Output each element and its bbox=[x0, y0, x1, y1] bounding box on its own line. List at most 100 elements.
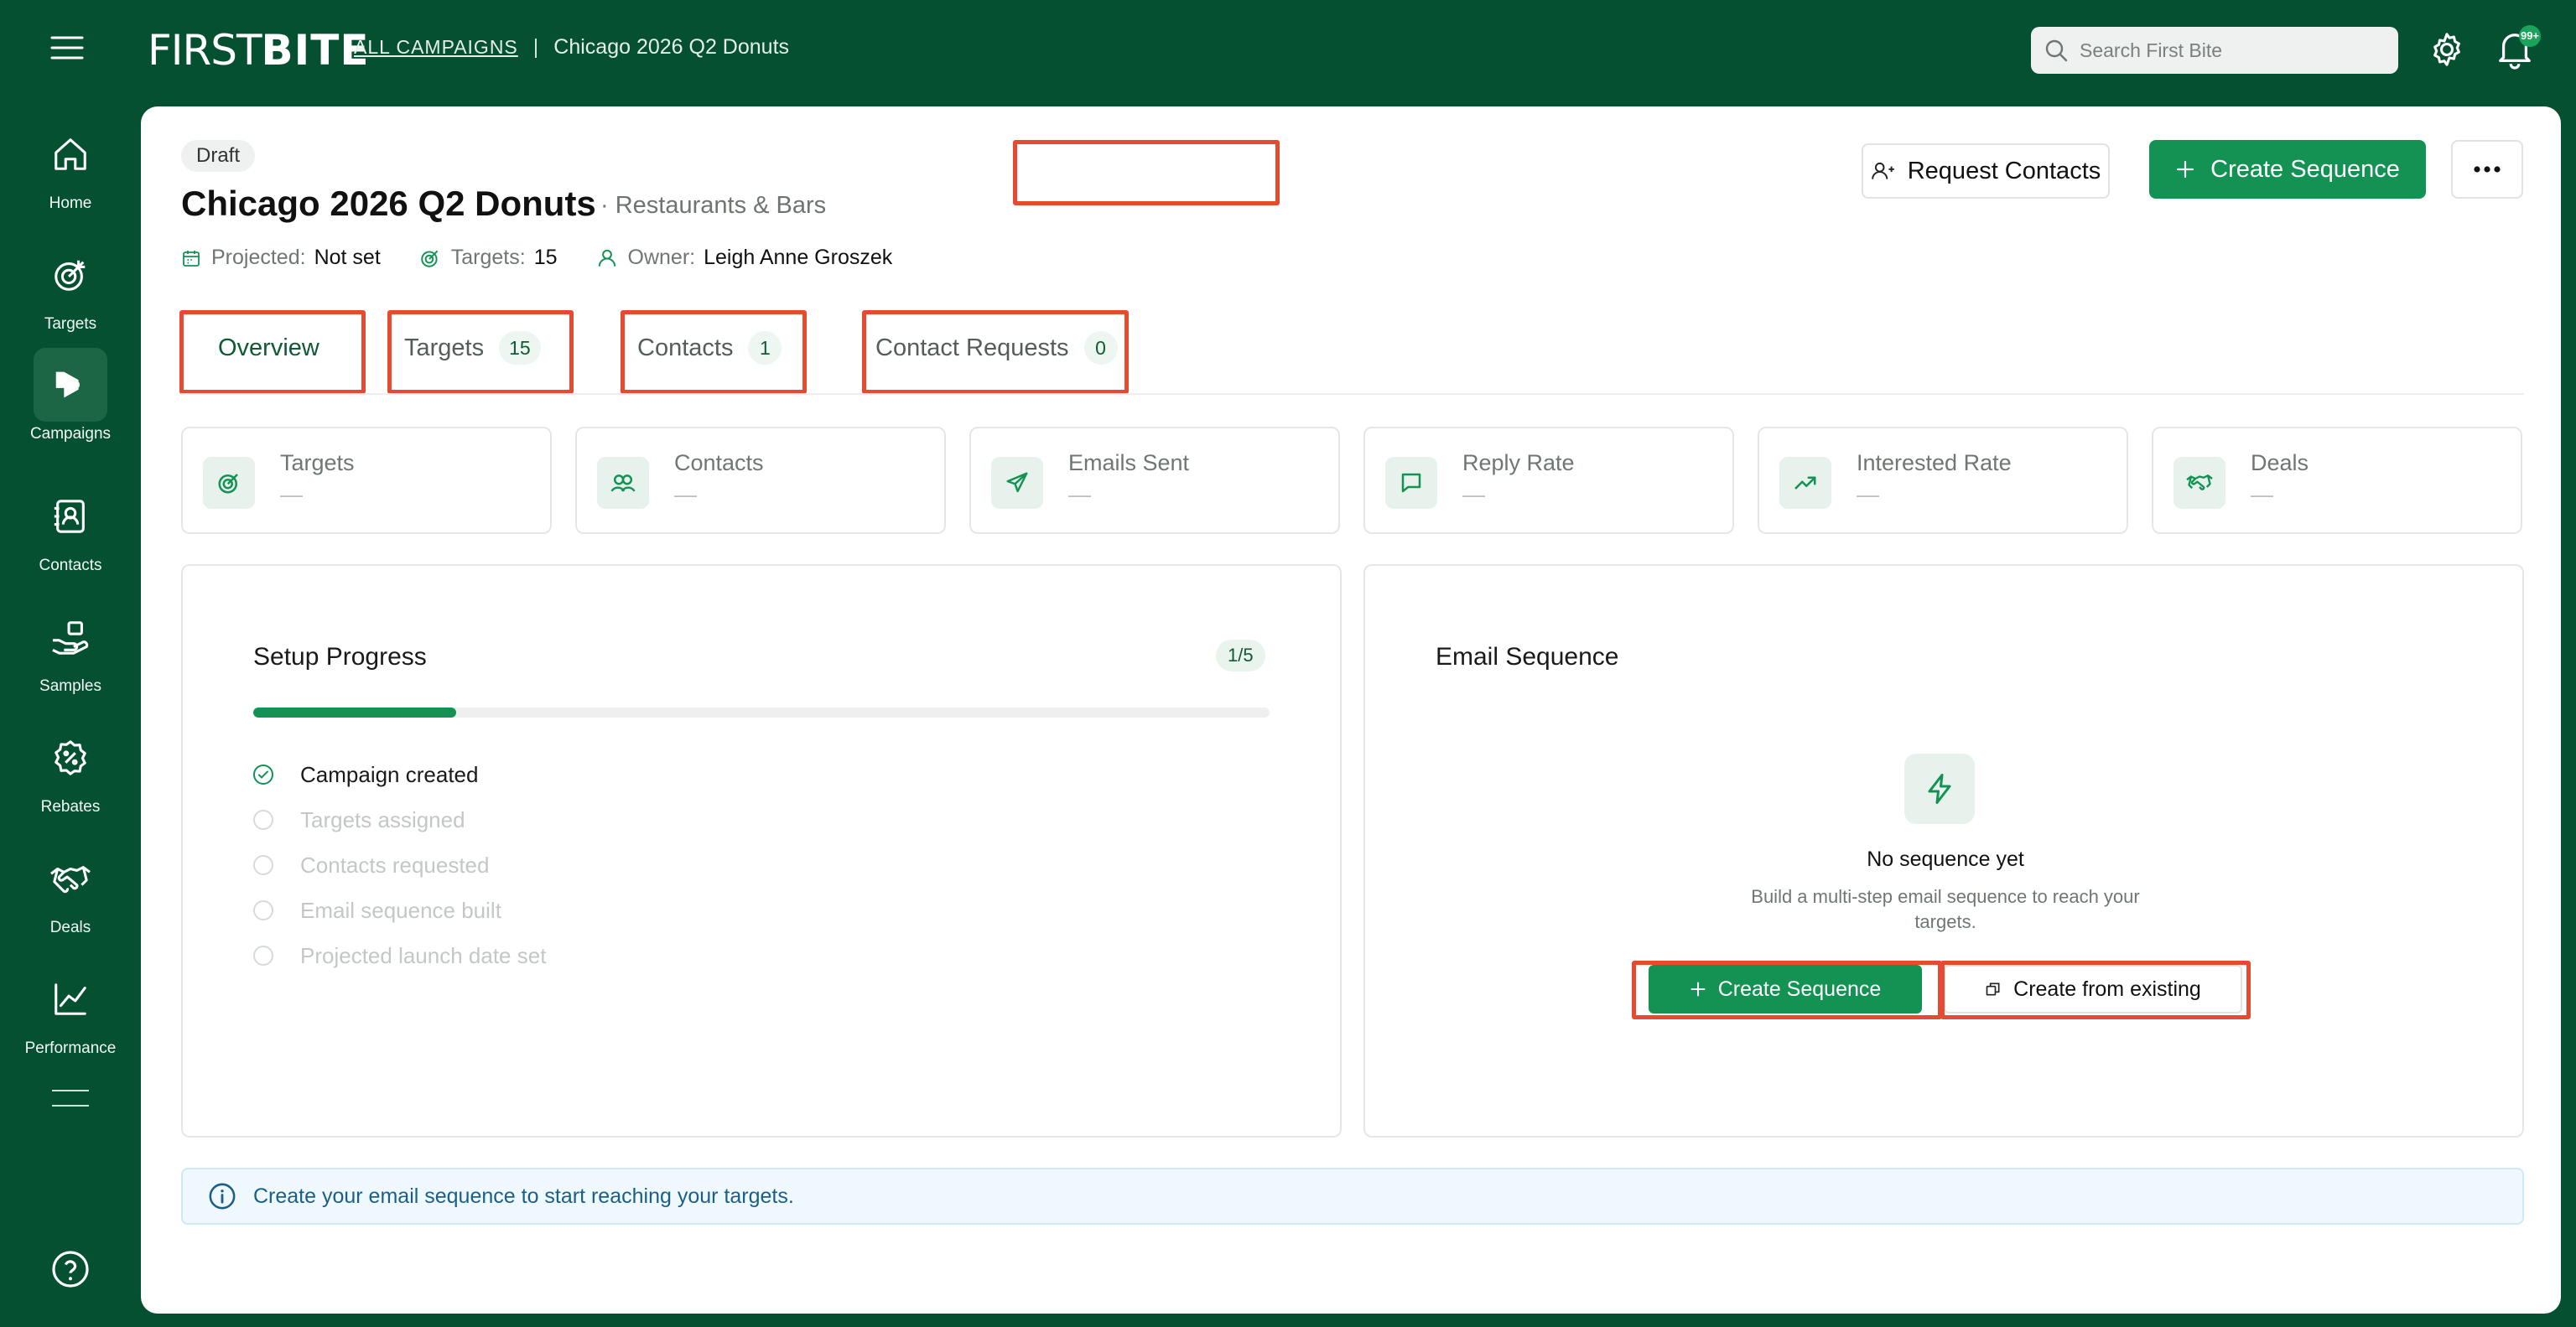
breadcrumb-all-campaigns[interactable]: ALL CAMPAIGNS bbox=[354, 36, 518, 59]
stat-value: — bbox=[2251, 482, 2273, 507]
contact-book-icon bbox=[34, 479, 107, 553]
copy-icon bbox=[1986, 982, 2000, 996]
meta-value: 15 bbox=[533, 246, 558, 269]
meta-value: Leigh Anne Groszek bbox=[704, 246, 893, 269]
sidebar-item-targets[interactable]: Targets bbox=[0, 238, 141, 345]
tab-label: Targets bbox=[404, 334, 485, 361]
plus-icon bbox=[1690, 982, 1706, 997]
stat-value: — bbox=[1068, 482, 1091, 507]
progress-count-badge: 1/5 bbox=[1216, 640, 1265, 671]
sidebar-item-contacts[interactable]: Contacts bbox=[0, 479, 141, 587]
panel-title: Email Sequence bbox=[1436, 643, 1619, 671]
handshake-icon bbox=[2174, 457, 2225, 509]
step-item: Targets assigned bbox=[253, 797, 546, 842]
more-options-button[interactable] bbox=[2451, 140, 2523, 199]
sidebar-item-label: Deals bbox=[49, 919, 91, 936]
tab-label: Contact Requests bbox=[875, 334, 1069, 361]
step-item: Email sequence built bbox=[253, 888, 546, 933]
info-text: Create your email sequence to start reac… bbox=[253, 1184, 794, 1208]
target-icon bbox=[203, 457, 255, 509]
info-icon bbox=[209, 1183, 236, 1210]
tab-overview[interactable]: Overview bbox=[218, 314, 319, 381]
app-logo[interactable]: FIRSTBITE bbox=[148, 25, 370, 75]
step-label: Projected launch date set bbox=[300, 942, 547, 968]
menu-icon[interactable] bbox=[50, 34, 91, 67]
breadcrumb-separator: | bbox=[532, 35, 539, 59]
tab-contacts[interactable]: Contacts 1 bbox=[637, 314, 782, 381]
more-dots-icon bbox=[2474, 166, 2501, 173]
campaign-meta: Projected: Not set Targets: 15 Owner: Le… bbox=[181, 246, 931, 270]
stat-card-contacts: Contacts — bbox=[575, 427, 946, 534]
stat-card-deals: Deals — bbox=[2152, 427, 2522, 534]
sidebar-item-campaigns[interactable]: Campaigns bbox=[0, 348, 141, 455]
status-badge: Draft bbox=[181, 140, 256, 172]
tabs-divider bbox=[181, 393, 2524, 395]
breadcrumb: ALL CAMPAIGNS | Chicago 2026 Q2 Donuts bbox=[354, 35, 789, 60]
button-label: Request Contacts bbox=[1907, 157, 2101, 184]
create-from-existing-button[interactable]: Create from existing bbox=[1944, 965, 2242, 1013]
stat-card-interested-rate: Interested Rate — bbox=[1758, 427, 2128, 534]
sidebar-item-deals[interactable]: Deals bbox=[0, 842, 141, 949]
sidebar-item-label: Samples bbox=[39, 677, 101, 695]
sidebar-item-samples[interactable]: Samples bbox=[0, 600, 141, 708]
sidebar-item-label: Performance bbox=[24, 1039, 117, 1057]
search-box[interactable] bbox=[2031, 27, 2398, 74]
logo-text-first: FIRST bbox=[148, 26, 262, 75]
settings-gear-icon[interactable] bbox=[2428, 30, 2466, 69]
user-icon bbox=[598, 249, 615, 267]
button-label: Create Sequence bbox=[1717, 977, 1882, 1001]
meta-label: Projected: bbox=[211, 246, 306, 269]
meta-label: Owner: bbox=[627, 246, 696, 269]
tab-label: Overview bbox=[218, 334, 319, 361]
sidebar-divider bbox=[52, 1090, 89, 1091]
sidebar-item-label: Campaigns bbox=[29, 425, 112, 443]
stat-value: — bbox=[1857, 482, 1879, 507]
search-input[interactable] bbox=[2080, 39, 2381, 62]
progress-bar bbox=[253, 708, 1270, 718]
request-contacts-button[interactable]: Request Contacts bbox=[1862, 143, 2110, 199]
sidebar-item-label: Home bbox=[49, 194, 92, 212]
empty-state-title: No sequence yet bbox=[1867, 848, 2024, 871]
tab-count-badge: 15 bbox=[499, 331, 541, 365]
stat-card-emails-sent: Emails Sent — bbox=[969, 427, 1340, 534]
main-content: Draft Chicago 2026 Q2 Donuts · Restauran… bbox=[141, 106, 2561, 1314]
button-label: Create from existing bbox=[2013, 977, 2201, 1001]
tab-targets[interactable]: Targets 15 bbox=[404, 314, 541, 381]
stat-value: — bbox=[280, 482, 303, 507]
check-circle-icon bbox=[253, 765, 273, 785]
step-label: Targets assigned bbox=[300, 806, 465, 832]
percent-badge-icon bbox=[34, 721, 107, 795]
setup-progress-panel: Setup Progress 1/5 Campaign created Targ… bbox=[181, 564, 1342, 1138]
stat-label: Deals bbox=[2251, 450, 2309, 475]
sidebar-divider bbox=[52, 1105, 89, 1107]
empty-state-description: Build a multi-step email sequence to rea… bbox=[1751, 886, 2140, 932]
sidebar-item-label: Targets bbox=[44, 315, 97, 333]
sidebar-item-home[interactable]: Home bbox=[0, 117, 141, 225]
email-sequence-panel: Email Sequence No sequence yet Build a m… bbox=[1363, 564, 2524, 1138]
progress-fill bbox=[253, 708, 457, 718]
meta-value: Not set bbox=[314, 246, 381, 269]
sidebar-item-performance[interactable]: Performance bbox=[0, 962, 141, 1070]
hand-box-icon bbox=[34, 600, 107, 674]
setup-steps: Campaign created Targets assigned Contac… bbox=[253, 752, 546, 978]
step-label: Contacts requested bbox=[300, 852, 490, 878]
add-user-icon bbox=[1871, 162, 1894, 179]
sidebar-item-rebates[interactable]: Rebates bbox=[0, 721, 141, 828]
stat-card-reply-rate: Reply Rate — bbox=[1363, 427, 1734, 534]
stat-label: Targets bbox=[280, 450, 355, 475]
tab-count-badge: 0 bbox=[1083, 331, 1118, 365]
campaign-category: · Restaurants & Bars bbox=[600, 192, 827, 219]
create-sequence-button[interactable]: Create Sequence bbox=[2149, 140, 2426, 199]
target-icon bbox=[34, 238, 107, 312]
create-sequence-button[interactable]: Create Sequence bbox=[1649, 965, 1922, 1013]
line-chart-icon bbox=[34, 962, 107, 1036]
stat-card-targets: Targets — bbox=[181, 427, 552, 534]
page-title: Chicago 2026 Q2 Donuts bbox=[181, 184, 596, 223]
help-icon[interactable] bbox=[50, 1249, 91, 1289]
tab-contact-requests[interactable]: Contact Requests 0 bbox=[875, 314, 1118, 381]
step-item: Campaign created bbox=[253, 752, 546, 797]
empty-circle-icon bbox=[253, 810, 273, 830]
sidebar-nav: Home Targets Campaigns Contacts Samples … bbox=[0, 101, 141, 1327]
stat-label: Interested Rate bbox=[1857, 450, 2012, 475]
trending-up-icon bbox=[1779, 457, 1831, 509]
